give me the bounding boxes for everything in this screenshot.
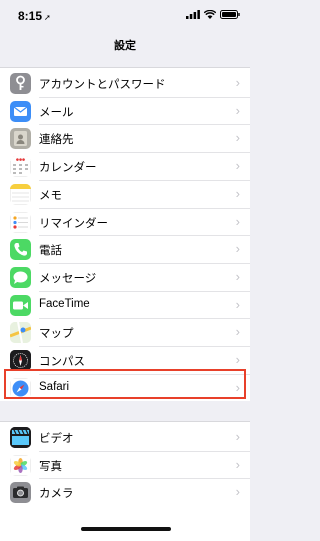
chevron-right-icon: ›	[235, 241, 240, 257]
status-bar: 8:15 ➚	[0, 0, 250, 30]
status-icons	[186, 10, 240, 19]
chevron-right-icon: ›	[235, 456, 240, 472]
settings-row-facetime[interactable]: FaceTime ›	[0, 290, 250, 320]
chevron-right-icon: ›	[235, 352, 240, 367]
chevron-right-icon: ›	[235, 213, 240, 229]
camera-icon	[10, 482, 31, 504]
chevron-right-icon: ›	[235, 185, 240, 201]
safari-highlight-box	[4, 369, 246, 399]
settings-row-label: マップ	[39, 328, 74, 341]
chevron-right-icon: ›	[235, 324, 240, 340]
signal-icon	[186, 10, 200, 19]
settings-row-maps[interactable]: マップ ›	[0, 317, 250, 348]
chevron-right-icon: ›	[235, 158, 240, 174]
settings-row-label: カメラ	[39, 488, 74, 501]
phone-icon	[10, 239, 31, 261]
wifi-icon	[204, 10, 216, 19]
settings-row-contacts[interactable]: 連絡先 ›	[0, 123, 250, 154]
home-indicator	[81, 527, 171, 531]
settings-group-apps: アカウントとパスワード › メール › 連絡先 › ●●● カレンダー › メモ › リマインダー › 電…	[0, 68, 250, 401]
contacts-icon	[10, 128, 31, 150]
compass-icon	[10, 350, 31, 371]
settings-row-label: ビデオ	[39, 433, 74, 445]
location-icon: ➚	[44, 13, 51, 22]
settings-row-notes[interactable]: メモ ›	[0, 179, 250, 209]
svg-text:●●●: ●●●	[16, 158, 25, 162]
settings-row-label: メール	[39, 106, 74, 119]
settings-row-label: メモ	[39, 189, 62, 202]
chevron-right-icon: ›	[235, 130, 240, 146]
facetime-icon	[10, 294, 31, 316]
calendar-icon: ●●●	[10, 156, 31, 178]
status-time-text: 8:15	[18, 9, 43, 23]
settings-row-phone[interactable]: 電話 ›	[0, 234, 250, 264]
settings-row-label: リマインダー	[39, 217, 108, 230]
settings-row-passwords[interactable]: アカウントとパスワード ›	[0, 68, 250, 98]
mail-icon	[10, 100, 31, 122]
page-title: 設定	[114, 40, 136, 52]
settings-row-camera[interactable]: カメラ ›	[0, 477, 250, 507]
chevron-right-icon: ›	[235, 75, 240, 90]
settings-row-label: 電話	[39, 245, 62, 258]
settings-row-label: 写真	[39, 460, 62, 473]
settings-row-reminders[interactable]: リマインダー ›	[0, 207, 250, 237]
chevron-right-icon: ›	[235, 429, 240, 444]
videos-icon	[10, 427, 31, 448]
battery-icon	[220, 10, 240, 19]
settings-row-label: FaceTime	[39, 297, 90, 310]
settings-group-media: ビデオ › 写真 › カメラ ›	[0, 422, 250, 541]
settings-row-label: 連絡先	[39, 134, 74, 147]
status-time: 8:15 ➚	[18, 9, 51, 23]
photos-icon	[10, 454, 31, 476]
settings-row-calendar[interactable]: ●●● カレンダー ›	[0, 151, 250, 181]
chevron-right-icon: ›	[235, 296, 240, 312]
settings-row-label: カレンダー	[39, 162, 97, 175]
key-icon	[10, 73, 31, 94]
settings-row-videos[interactable]: ビデオ ›	[0, 422, 250, 452]
settings-row-photos[interactable]: 写真 ›	[0, 450, 250, 480]
messages-icon	[10, 266, 31, 288]
settings-row-label: アカウントとパスワード	[39, 79, 166, 91]
chevron-right-icon: ›	[235, 268, 240, 284]
notes-icon	[10, 183, 31, 205]
reminders-icon	[10, 211, 31, 233]
settings-row-label: メッセージ	[39, 272, 97, 285]
chevron-right-icon: ›	[235, 102, 240, 118]
chevron-right-icon: ›	[235, 484, 240, 500]
settings-row-messages[interactable]: メッセージ ›	[0, 262, 250, 292]
settings-row-label: コンパス	[39, 356, 85, 368]
settings-row-mail[interactable]: メール ›	[0, 96, 250, 126]
maps-icon	[10, 322, 31, 344]
